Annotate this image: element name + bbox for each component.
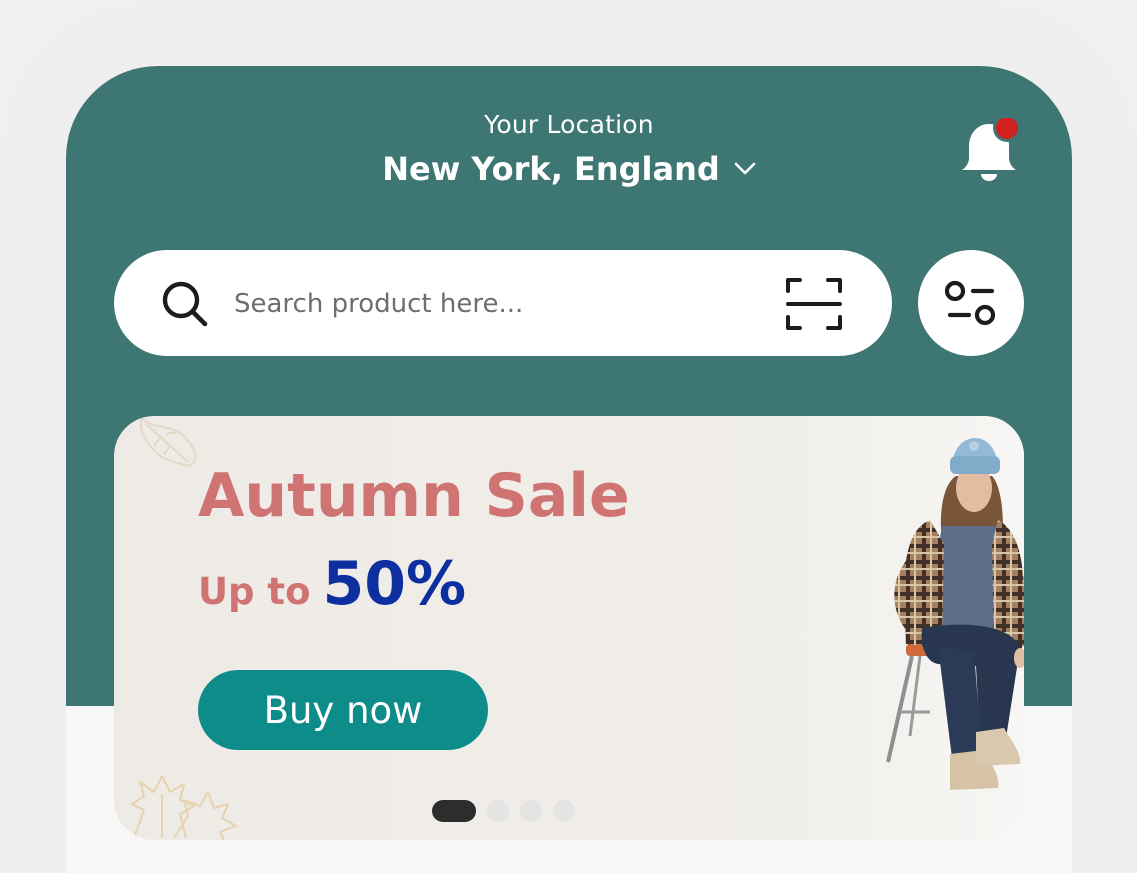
location-selector[interactable]: New York, England <box>66 150 1072 188</box>
notification-badge <box>996 117 1018 139</box>
model-photo <box>730 416 1024 840</box>
filter-button[interactable] <box>918 250 1024 356</box>
banner-title: Autumn Sale <box>198 461 630 531</box>
app-screen: Your Location New York, England Search p… <box>66 66 1072 873</box>
location-value: New York, England <box>382 150 720 188</box>
search-input[interactable] <box>232 278 766 330</box>
banner-subtitle: Up to 50% <box>198 552 466 631</box>
chevron-down-icon <box>734 146 756 184</box>
carousel-dot[interactable] <box>553 800 575 822</box>
buy-now-button[interactable]: Buy now <box>198 670 488 750</box>
carousel-dot[interactable] <box>487 800 509 822</box>
search-bar <box>114 250 892 356</box>
carousel-dot[interactable] <box>520 800 542 822</box>
discount-value: 50% <box>322 549 467 619</box>
carousel-dot-active[interactable] <box>432 800 476 822</box>
scan-icon[interactable] <box>784 275 844 333</box>
notification-button[interactable] <box>956 114 1026 188</box>
carousel-pager <box>432 800 575 822</box>
maple-leaf-decoration-icon <box>131 775 237 840</box>
promo-banner: Autumn Sale Up to 50% Buy now <box>114 416 1024 840</box>
device-frame: Your Location New York, England Search p… <box>0 0 1137 873</box>
bell-icon <box>962 114 1021 181</box>
banner-subtitle-prefix: Up to <box>198 570 311 613</box>
location-label: Your Location <box>484 110 654 139</box>
filter-icon <box>944 280 996 326</box>
search-icon <box>162 281 208 327</box>
header: Your Location New York, England Search p… <box>66 66 1072 840</box>
